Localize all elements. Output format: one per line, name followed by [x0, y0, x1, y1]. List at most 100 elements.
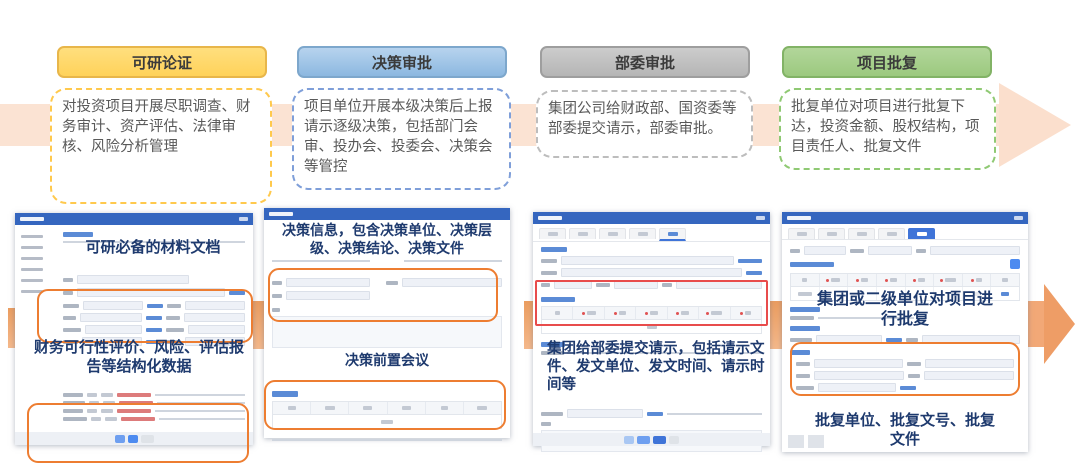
mini-tab[interactable]: [569, 228, 596, 239]
mini-link[interactable]: [738, 259, 762, 263]
mini-empty-row: [542, 320, 761, 333]
add-button[interactable]: [1010, 259, 1020, 269]
pagination-button[interactable]: [115, 435, 125, 443]
mini-input[interactable]: [561, 268, 742, 277]
mini-input[interactable]: [922, 335, 1020, 344]
mini-input[interactable]: [814, 371, 904, 380]
annotation-decision-info: 决策信息，包含决策单位、决策层级、决策结论、决策文件: [272, 222, 502, 257]
mini-input[interactable]: [80, 313, 142, 322]
pagination-button[interactable]: [128, 435, 138, 443]
mini-value: [89, 401, 99, 405]
mini-form-row: [541, 256, 762, 265]
sidebar-item[interactable]: [21, 246, 43, 249]
mini-select[interactable]: [286, 291, 370, 300]
annotation-ministry-request: 集团给部委提交请示，包括请示文件、发文单位、发文时间、请示时间等: [547, 340, 766, 394]
stage-1-header: 可研论证: [57, 46, 267, 78]
sidebar-item[interactable]: [21, 268, 43, 271]
mini-input[interactable]: [930, 246, 1020, 255]
mini-column-header: [991, 274, 1019, 286]
mini-form-row: [541, 280, 762, 289]
mini-tab[interactable]: [818, 228, 845, 239]
mini-value: [105, 417, 117, 421]
mini-tab[interactable]: [878, 228, 905, 239]
mini-input[interactable]: [924, 371, 1014, 380]
mini-input[interactable]: [818, 383, 896, 392]
sidebar-item[interactable]: [21, 235, 43, 238]
mini-input[interactable]: [561, 256, 734, 265]
mini-button[interactable]: [653, 436, 666, 444]
mini-label: [796, 386, 814, 390]
mini-input[interactable]: [567, 409, 643, 418]
close-icon[interactable]: [756, 216, 765, 220]
stage-2-header: 决策审批: [297, 46, 507, 78]
mini-input[interactable]: [77, 275, 189, 284]
mini-input[interactable]: [77, 288, 225, 297]
mini-input[interactable]: [185, 301, 245, 310]
mini-form-row: [63, 393, 245, 397]
mini-titlebar: [264, 208, 510, 220]
mini-input[interactable]: [402, 278, 502, 287]
mini-select[interactable]: [286, 278, 370, 287]
mini-input[interactable]: [804, 246, 846, 255]
stage-2-description: 项目单位开展本级决策后上报请示逐级决策，包括部门会审、投办会、投委会、决策会等管…: [292, 88, 511, 190]
mini-label: [63, 304, 79, 308]
mini-form-row: [796, 371, 1014, 380]
mini-label: [272, 308, 280, 312]
mini-link[interactable]: [147, 304, 163, 308]
mini-input[interactable]: [554, 280, 592, 289]
close-icon[interactable]: [1014, 216, 1023, 220]
mini-tab-active[interactable]: [659, 228, 686, 241]
mini-tab[interactable]: [848, 228, 875, 239]
mini-section-label: [541, 297, 575, 302]
mini-input[interactable]: [676, 280, 762, 289]
mini-section-link[interactable]: [63, 232, 93, 237]
mini-tab[interactable]: [629, 228, 656, 239]
mini-column-header: [934, 274, 963, 286]
mini-form-row: [63, 313, 245, 322]
mini-input[interactable]: [614, 280, 658, 289]
mini-link[interactable]: [886, 338, 902, 342]
mini-input[interactable]: [83, 301, 143, 310]
mini-link[interactable]: [900, 386, 916, 390]
mini-tab[interactable]: [788, 228, 815, 239]
sidebar-item[interactable]: [21, 279, 43, 282]
mini-textarea[interactable]: [272, 316, 502, 348]
mini-form-row: [272, 260, 502, 262]
mini-link[interactable]: [146, 316, 162, 320]
mini-input[interactable]: [814, 359, 903, 368]
mini-button[interactable]: [669, 436, 679, 444]
mini-input[interactable]: [868, 246, 912, 255]
mini-button[interactable]: [788, 435, 804, 448]
mini-table-header: [791, 274, 1019, 287]
sidebar-item[interactable]: [21, 290, 43, 293]
mini-column-header: [699, 307, 730, 319]
mini-input[interactable]: [85, 325, 142, 334]
mini-link[interactable]: [746, 271, 762, 275]
mini-section-chip[interactable]: [272, 391, 298, 397]
mini-input[interactable]: [184, 313, 246, 322]
close-icon[interactable]: [239, 217, 248, 221]
mini-tab[interactable]: [599, 228, 626, 239]
mini-form-row: [541, 422, 762, 426]
mini-link[interactable]: [647, 412, 663, 416]
mini-button[interactable]: [637, 436, 650, 444]
flow-arrow-right-head: [1044, 284, 1075, 364]
screenshot-decision-form: 决策信息，包含决策单位、决策层级、决策结论、决策文件 决策前置会议: [264, 208, 510, 438]
mini-tab-active[interactable]: [908, 228, 935, 239]
mini-input[interactable]: [925, 359, 1014, 368]
mini-column-header: [573, 307, 604, 319]
mini-link[interactable]: [229, 291, 245, 295]
mini-column-header: [426, 402, 464, 414]
sidebar-item[interactable]: [21, 257, 43, 260]
pagination-button[interactable]: [141, 435, 154, 443]
mini-tab[interactable]: [539, 228, 566, 239]
mini-input[interactable]: [816, 335, 882, 344]
mini-button[interactable]: [624, 436, 634, 444]
mini-input[interactable]: [188, 325, 245, 334]
mini-tab-bar: [782, 224, 1028, 240]
mini-column-header: [906, 274, 935, 286]
mini-label: [166, 328, 184, 332]
mini-link[interactable]: [146, 328, 162, 332]
mini-label: [63, 409, 83, 413]
flow-connector-3-4: [769, 301, 782, 349]
